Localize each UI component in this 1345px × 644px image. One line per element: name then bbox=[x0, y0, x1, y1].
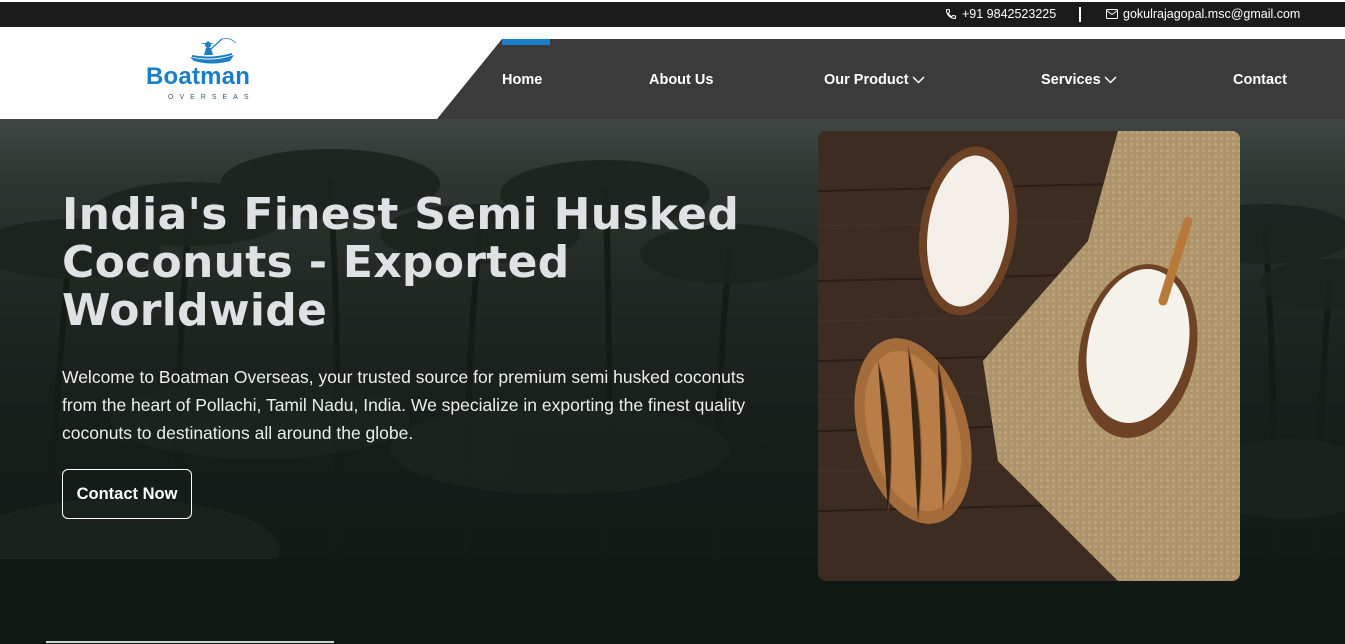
nav-item-label: About Us bbox=[649, 72, 714, 88]
phone-contact[interactable]: +91 9842523225 bbox=[945, 7, 1056, 21]
nav-item-our-product[interactable]: Our Product bbox=[824, 72, 925, 88]
hero-intro-text: Welcome to Boatman Overseas, your truste… bbox=[62, 367, 746, 443]
nav-item-label: Our Product bbox=[824, 72, 909, 88]
chevron-down-icon bbox=[1104, 76, 1117, 84]
nav-item-label: Services bbox=[1041, 72, 1101, 88]
nav-item-contact[interactable]: Contact bbox=[1233, 72, 1287, 88]
chevron-down-icon bbox=[912, 76, 925, 84]
hero-section: India's Finest Semi Husked Coconuts - Ex… bbox=[0, 119, 1345, 644]
nav-item-label: Home bbox=[502, 72, 543, 88]
logo[interactable]: Boatman OVERSEAS bbox=[146, 33, 286, 103]
phone-number: +91 9842523225 bbox=[962, 7, 1057, 21]
mail-icon bbox=[1106, 9, 1118, 19]
coconut-illustration bbox=[818, 131, 1240, 581]
nav-item-home[interactable]: Home bbox=[502, 72, 542, 88]
email-contact[interactable]: gokulrajagopal.msc@gmail.com bbox=[1106, 7, 1300, 21]
boat-fisherman-icon bbox=[190, 38, 237, 64]
logo-brand: Boatman bbox=[146, 63, 251, 90]
phone-icon bbox=[945, 9, 956, 20]
logo-subtitle: OVERSEAS bbox=[168, 94, 255, 101]
site-header: Boatman OVERSEAS Home About Us Our Produ… bbox=[0, 27, 1345, 119]
divider bbox=[1079, 7, 1081, 22]
bottom-divider bbox=[46, 641, 334, 643]
nav-item-label: Contact bbox=[1233, 72, 1287, 88]
contact-now-button[interactable]: Contact Now bbox=[62, 469, 192, 519]
email-address: gokulrajagopal.msc@gmail.com bbox=[1123, 7, 1301, 21]
nav-active-indicator bbox=[502, 39, 550, 45]
top-contact-bar: +91 9842523225 gokulrajagopal.msc@gmail.… bbox=[0, 0, 1345, 27]
hero-headline: India's Finest Semi Husked Coconuts - Ex… bbox=[62, 189, 740, 336]
coconut-product-image bbox=[818, 131, 1240, 581]
nav-item-services[interactable]: Services bbox=[1041, 72, 1117, 88]
nav-item-about-us[interactable]: About Us bbox=[649, 72, 713, 88]
